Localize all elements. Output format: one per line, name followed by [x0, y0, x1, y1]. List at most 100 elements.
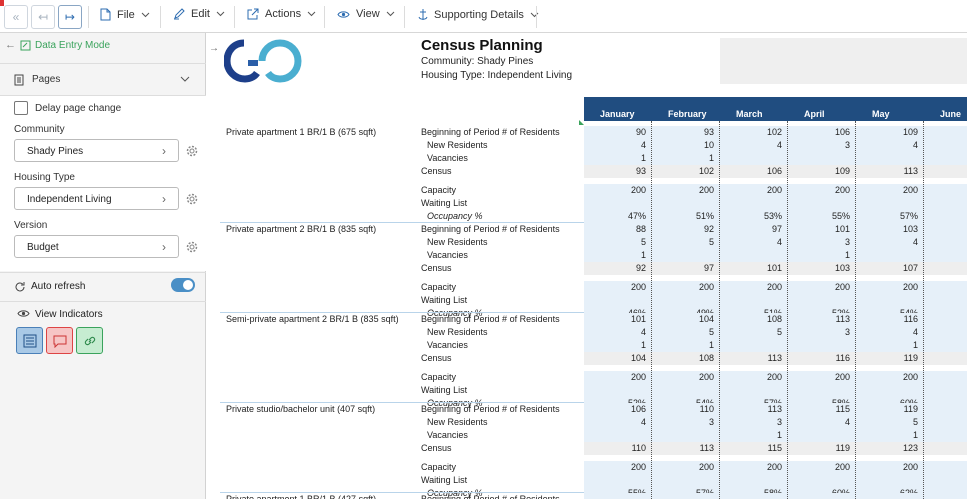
data-cell[interactable]: 1 [654, 153, 714, 163]
auto-refresh-toggle[interactable] [171, 278, 195, 292]
data-cell[interactable]: 200 [858, 282, 918, 292]
data-cell[interactable]: 92 [654, 224, 714, 234]
data-cell[interactable]: 55% [790, 211, 850, 221]
data-cell[interactable]: 57% [858, 211, 918, 221]
data-cell[interactable]: 200 [586, 185, 646, 195]
data-cell[interactable]: 108 [722, 314, 782, 324]
data-entry-mode[interactable]: ← Data Entry Mode [5, 39, 211, 51]
data-cell[interactable]: 88 [586, 224, 646, 234]
data-cell[interactable]: 200 [858, 462, 918, 472]
expand-arrow-icon[interactable]: → [209, 43, 219, 54]
links-indicator-button[interactable] [76, 327, 103, 354]
data-cell[interactable]: 200 [586, 462, 646, 472]
data-cell[interactable]: 4 [722, 140, 782, 150]
data-cell[interactable]: 116 [858, 314, 918, 324]
data-cell[interactable]: 53% [722, 211, 782, 221]
data-cell[interactable]: 5 [654, 237, 714, 247]
data-cell[interactable]: 1 [586, 250, 646, 260]
data-cell[interactable]: 101 [586, 314, 646, 324]
gear-icon[interactable] [185, 144, 199, 158]
data-cell[interactable]: 200 [790, 462, 850, 472]
data-cell[interactable]: 1 [858, 430, 918, 440]
next-page-icon[interactable]: ↦ [58, 5, 82, 29]
data-cell[interactable]: 119 [790, 443, 850, 453]
data-cell[interactable]: 109 [790, 166, 850, 176]
data-cell[interactable]: 1 [858, 340, 918, 350]
file-menu[interactable]: File [100, 8, 150, 21]
data-cell[interactable]: 1 [790, 250, 850, 260]
data-cell[interactable]: 101 [790, 224, 850, 234]
data-cell[interactable]: 200 [654, 372, 714, 382]
delay-page-change-checkbox[interactable] [14, 101, 28, 115]
data-cell[interactable]: 113 [722, 353, 782, 363]
data-cell[interactable]: 106 [790, 127, 850, 137]
data-cell[interactable]: 4 [722, 237, 782, 247]
data-cell[interactable]: 115 [790, 404, 850, 414]
data-cell[interactable]: 102 [722, 127, 782, 137]
data-cell[interactable]: 4 [858, 237, 918, 247]
data-cell[interactable]: 3 [722, 417, 782, 427]
data-cell[interactable]: 4 [586, 417, 646, 427]
data-cell[interactable]: 3 [790, 237, 850, 247]
data-cell[interactable]: 1 [586, 153, 646, 163]
data-cell[interactable]: 113 [722, 404, 782, 414]
data-cell[interactable]: 1 [586, 340, 646, 350]
actions-menu[interactable]: Actions [247, 8, 316, 20]
data-cell[interactable]: 200 [790, 185, 850, 195]
community-select[interactable]: Shady Pines › [14, 139, 179, 162]
data-cell[interactable]: 108 [654, 353, 714, 363]
data-cell[interactable]: 106 [722, 166, 782, 176]
back-arrow-icon[interactable]: ← [5, 39, 16, 51]
data-cell[interactable]: 200 [654, 185, 714, 195]
data-cell[interactable]: 97 [722, 224, 782, 234]
data-cell[interactable]: 90 [586, 127, 646, 137]
data-cell[interactable]: 10 [654, 140, 714, 150]
data-cell[interactable]: 200 [722, 372, 782, 382]
data-cell[interactable]: 5 [586, 237, 646, 247]
edit-menu[interactable]: Edit [173, 8, 225, 20]
data-cell[interactable]: 4 [790, 417, 850, 427]
data-cell[interactable]: 200 [654, 282, 714, 292]
data-cell[interactable]: 110 [654, 404, 714, 414]
data-cell[interactable]: 3 [654, 417, 714, 427]
data-cell[interactable]: 47% [586, 211, 646, 221]
data-cell[interactable]: 104 [654, 314, 714, 324]
comments-indicator-button[interactable] [46, 327, 73, 354]
data-cell[interactable]: 93 [654, 127, 714, 137]
data-cell[interactable]: 92 [586, 263, 646, 273]
data-cell[interactable]: 115 [722, 443, 782, 453]
data-cell[interactable]: 113 [858, 166, 918, 176]
data-cell[interactable]: 4 [586, 140, 646, 150]
data-cell[interactable]: 200 [858, 372, 918, 382]
data-cell[interactable]: 103 [790, 263, 850, 273]
data-cell[interactable]: 113 [790, 314, 850, 324]
notes-indicator-button[interactable] [16, 327, 43, 354]
data-cell[interactable]: 1 [654, 340, 714, 350]
data-cell[interactable]: 107 [858, 263, 918, 273]
data-cell[interactable]: 110 [586, 443, 646, 453]
data-cell[interactable]: 101 [722, 263, 782, 273]
data-cell[interactable]: 51% [654, 211, 714, 221]
view-menu[interactable]: View [337, 8, 395, 20]
data-cell[interactable]: 200 [858, 185, 918, 195]
data-cell[interactable]: 93 [586, 166, 646, 176]
data-cell[interactable]: 116 [790, 353, 850, 363]
gear-icon[interactable] [185, 240, 199, 254]
housing-type-select[interactable]: Independent Living › [14, 187, 179, 210]
supporting-details-menu[interactable]: Supporting Details [418, 8, 539, 21]
data-cell[interactable]: 119 [858, 404, 918, 414]
data-cell[interactable]: 119 [858, 353, 918, 363]
data-cell[interactable]: 104 [586, 353, 646, 363]
data-cell[interactable]: 123 [858, 443, 918, 453]
data-cell[interactable]: 4 [586, 327, 646, 337]
data-cell[interactable]: 200 [790, 282, 850, 292]
data-cell[interactable]: 109 [858, 127, 918, 137]
data-cell[interactable]: 5 [722, 327, 782, 337]
data-cell[interactable]: 97 [654, 263, 714, 273]
data-cell[interactable]: 200 [722, 462, 782, 472]
data-cell[interactable]: 200 [654, 462, 714, 472]
data-cell[interactable]: 4 [858, 327, 918, 337]
data-cell[interactable]: 4 [858, 140, 918, 150]
data-cell[interactable]: 200 [722, 185, 782, 195]
version-select[interactable]: Budget › [14, 235, 179, 258]
